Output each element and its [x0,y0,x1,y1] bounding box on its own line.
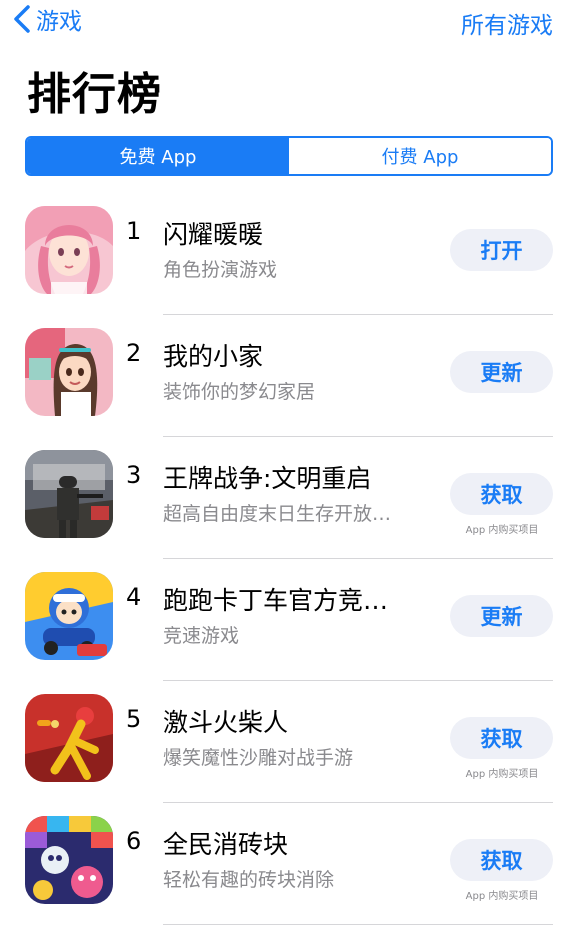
app-name: 我的小家 [163,342,264,371]
app-name: 激斗火柴人 [163,708,289,737]
app-name: 全民消砖块 [163,830,289,859]
app-subtitle: 竞速游戏 [163,625,240,647]
all-games-link[interactable]: 所有游戏 [461,6,553,40]
list-item[interactable]: 2 我的小家 装饰你的梦幻家居 更新 [0,315,580,437]
update-button[interactable]: 更新 [450,595,553,637]
list-item[interactable]: 1 闪耀暖暖 角色扮演游戏 打开 [0,193,580,315]
in-app-purchase-note: App 内购买项目 [465,891,539,902]
app-name: 跑跑卡丁车官方竞… [163,586,389,615]
tab-free-apps[interactable]: 免费 App [27,138,289,174]
divider [163,924,553,925]
rank-number: 4 [126,583,142,611]
back-button[interactable]: 游戏 [10,4,82,35]
brick-breaker-icon [25,816,113,904]
ranking-list: 1 闪耀暖暖 角色扮演游戏 打开 2 我的小家 装饰你的梦幻家居 更新 3 王牌… [0,193,580,925]
list-item[interactable]: 3 王牌战争:文明重启 超高自由度末日生存开放… 获取 App 内购买项目 [0,437,580,559]
rank-number: 2 [126,339,142,367]
list-item[interactable]: 5 激斗火柴人 爆笑魔性沙雕对战手游 获取 App 内购买项目 [0,681,580,803]
stickman-fighter-icon [25,694,113,782]
back-label: 游戏 [36,9,82,35]
update-button[interactable]: 更新 [450,351,553,393]
app-subtitle: 轻松有趣的砖块消除 [163,869,335,891]
list-item[interactable]: 6 全民消砖块 轻松有趣的砖块消除 获取 App 内购买项目 [0,803,580,925]
in-app-purchase-note: App 内购买项目 [465,525,539,536]
cartoon-girl-icon [25,328,113,416]
app-subtitle: 超高自由度末日生存开放… [163,503,392,525]
girl-portrait-icon [25,206,113,294]
rank-number: 1 [126,217,142,245]
in-app-purchase-note: App 内购买项目 [465,769,539,780]
app-name: 闪耀暖暖 [163,220,264,249]
rank-number: 5 [126,705,142,733]
tab-paid-apps[interactable]: 付费 App [289,138,551,174]
navigation-bar: 游戏 所有游戏 [0,0,580,42]
app-name: 王牌战争:文明重启 [163,464,372,493]
list-item[interactable]: 4 跑跑卡丁车官方竞… 竞速游戏 更新 [0,559,580,681]
rank-number: 3 [126,461,142,489]
15-days-survivor-icon [25,450,113,538]
get-button[interactable]: 获取 [450,839,553,881]
app-subtitle: 角色扮演游戏 [163,259,278,281]
page-title: 排行榜 [27,69,162,120]
kart-racer-icon [25,572,113,660]
get-button[interactable]: 获取 [450,717,553,759]
get-button[interactable]: 获取 [450,473,553,515]
app-subtitle: 装饰你的梦幻家居 [163,381,316,403]
rank-number: 6 [126,827,142,855]
chevron-left-icon [14,5,30,33]
app-subtitle: 爆笑魔性沙雕对战手游 [163,747,354,769]
open-button[interactable]: 打开 [450,229,553,271]
segmented-control: 免费 App 付费 App [25,136,553,176]
